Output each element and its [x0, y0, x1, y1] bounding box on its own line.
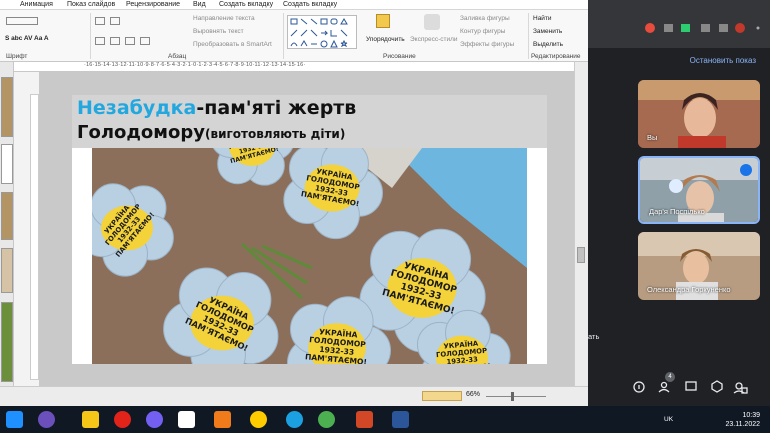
zoom-slider[interactable] — [486, 396, 546, 397]
participant-tile[interactable]: Вы — [638, 80, 760, 148]
menu-slideshow[interactable]: Показ слайдов — [67, 1, 115, 8]
slide-thumbnail[interactable] — [1, 192, 13, 240]
opera-icon[interactable] — [114, 411, 131, 428]
presentation-bar: Остановить показ — [588, 48, 770, 72]
forget-me-not-photo[interactable]: УКРАЇНАГОЛОДОМОР1932-33ПАМ'ЯТАЄМО!УКРАЇН… — [92, 148, 527, 364]
quick-styles-button[interactable]: Экспресс-стили — [410, 36, 458, 43]
slide-thumbnail[interactable] — [1, 144, 13, 184]
slide-thumbnail[interactable] — [1, 248, 13, 293]
select-button[interactable]: Выделить — [533, 41, 563, 48]
numbering-icon[interactable] — [110, 17, 120, 25]
arrange-icon[interactable] — [376, 14, 390, 28]
status-bar: 66% — [0, 386, 588, 406]
app-icon[interactable] — [38, 411, 55, 428]
horizontal-ruler: ·16·15·14·13·12·11·10·9·8·7·6·5·4·3·2·1·… — [14, 62, 574, 72]
smartart-button[interactable]: Преобразовать в SmartArt — [193, 41, 272, 48]
shape-effects-button[interactable]: Эффекты фигуры — [460, 41, 514, 48]
menu-bar: Анимация Показ слайдов Рецензирование Ви… — [0, 0, 588, 10]
zoom-slider-thumb[interactable] — [511, 392, 514, 401]
clock-date: 23.11.2022 — [725, 421, 760, 428]
participant-name: Дар'я Поспілько — [649, 207, 705, 216]
stop-presenting-button[interactable]: Остановить показ — [690, 56, 756, 65]
paragraph-group-label: Абзац — [168, 53, 187, 60]
meet-controls: 4 — [628, 372, 770, 398]
title-word: Голодомору — [77, 122, 205, 143]
scroll-thumb[interactable] — [577, 247, 585, 263]
slide-thumbnail[interactable] — [1, 302, 13, 382]
windows-taskbar: UK 10:39 23.11.2022 — [0, 406, 770, 433]
media-player-icon[interactable] — [214, 411, 231, 428]
view-buttons[interactable] — [422, 391, 462, 401]
align-center-icon[interactable] — [110, 37, 120, 45]
slide[interactable]: Незабудка-пам'яті жертв Голодомору(вигот… — [72, 95, 547, 364]
arrange-button[interactable]: Упорядочить — [366, 36, 405, 43]
viber-icon[interactable] — [146, 411, 163, 428]
folder-icon[interactable] — [82, 411, 99, 428]
drawing-group-label: Рисование — [383, 53, 416, 60]
font-format-buttons[interactable]: S abc AV Aa A — [5, 35, 49, 42]
zoom-level[interactable]: 66% — [466, 391, 480, 398]
windows-start-icon[interactable] — [6, 411, 23, 428]
powerpoint-window: Анимация Показ слайдов Рецензирование Ви… — [0, 0, 588, 406]
slide-title-line1: Незабудка-пам'яті жертв — [77, 97, 356, 119]
browser-toolbar — [588, 0, 770, 48]
menu-review[interactable]: Рецензирование — [126, 1, 180, 8]
font-group-label: Шрифт — [6, 53, 28, 60]
more-options-icon[interactable] — [740, 164, 752, 176]
align-left-icon[interactable] — [95, 37, 105, 45]
shapes-gallery[interactable] — [287, 15, 357, 49]
menu-new-tab-1[interactable]: Создать вкладку — [219, 1, 273, 8]
align-text-button[interactable]: Выровнять текст — [193, 28, 244, 35]
title-placeholder[interactable]: Незабудка-пам'яті жертв Голодомору(вигот… — [72, 95, 547, 148]
bullets-icon[interactable] — [95, 17, 105, 25]
vertical-ruler — [30, 94, 39, 380]
title-keyword: Незабудка — [77, 97, 197, 119]
title-note: (виготовляють діти) — [205, 127, 346, 141]
font-size-box[interactable] — [6, 17, 38, 25]
language-indicator[interactable]: UK — [664, 416, 673, 423]
menu-animation[interactable]: Анимация — [20, 1, 53, 8]
slide-thumbnail[interactable] — [1, 77, 13, 137]
participant-count-badge: 4 — [665, 372, 675, 382]
yandex-icon[interactable] — [178, 411, 195, 428]
system-clock[interactable]: 10:39 23.11.2022 — [725, 411, 760, 429]
find-button[interactable]: Найти — [533, 15, 552, 22]
replace-button[interactable]: Заменить — [533, 28, 562, 35]
title-rest: -пам'яті жертв — [196, 97, 357, 119]
editing-group-label: Редактирование — [531, 53, 581, 60]
participant-tile[interactable]: Олександра Горкуненко — [638, 232, 760, 300]
chrome-icon[interactable] — [318, 411, 335, 428]
participant-name: Вы — [647, 133, 658, 142]
vertical-scrollbar[interactable] — [574, 62, 588, 386]
slide-title-line2: Голодомору(виготовляють діти) — [77, 122, 345, 143]
internet-explorer-icon[interactable] — [286, 411, 303, 428]
justify-icon[interactable] — [140, 37, 150, 45]
shape-fill-button[interactable]: Заливка фигуры — [460, 15, 510, 22]
menu-new-tab-2[interactable]: Создать вкладку — [283, 1, 337, 8]
participant-tile-active[interactable]: Дар'я Поспілько — [638, 156, 760, 224]
word-icon[interactable] — [392, 411, 409, 428]
yandex-browser-icon[interactable] — [250, 411, 267, 428]
slides-panel — [0, 62, 14, 386]
clock-time: 10:39 — [742, 412, 760, 419]
powerpoint-icon[interactable] — [356, 411, 373, 428]
quick-styles-icon[interactable] — [424, 14, 440, 30]
shape-outline-button[interactable]: Контур фигуры — [460, 28, 505, 35]
ribbon: S abc AV Aa A Шрифт Направление текста В… — [0, 10, 588, 62]
caption-fragment: ать — [588, 332, 600, 341]
align-right-icon[interactable] — [125, 37, 135, 45]
text-direction-button[interactable]: Направление текста — [193, 15, 255, 22]
menu-view[interactable]: Вид — [193, 1, 206, 8]
participant-name: Олександра Горкуненко — [647, 285, 731, 294]
